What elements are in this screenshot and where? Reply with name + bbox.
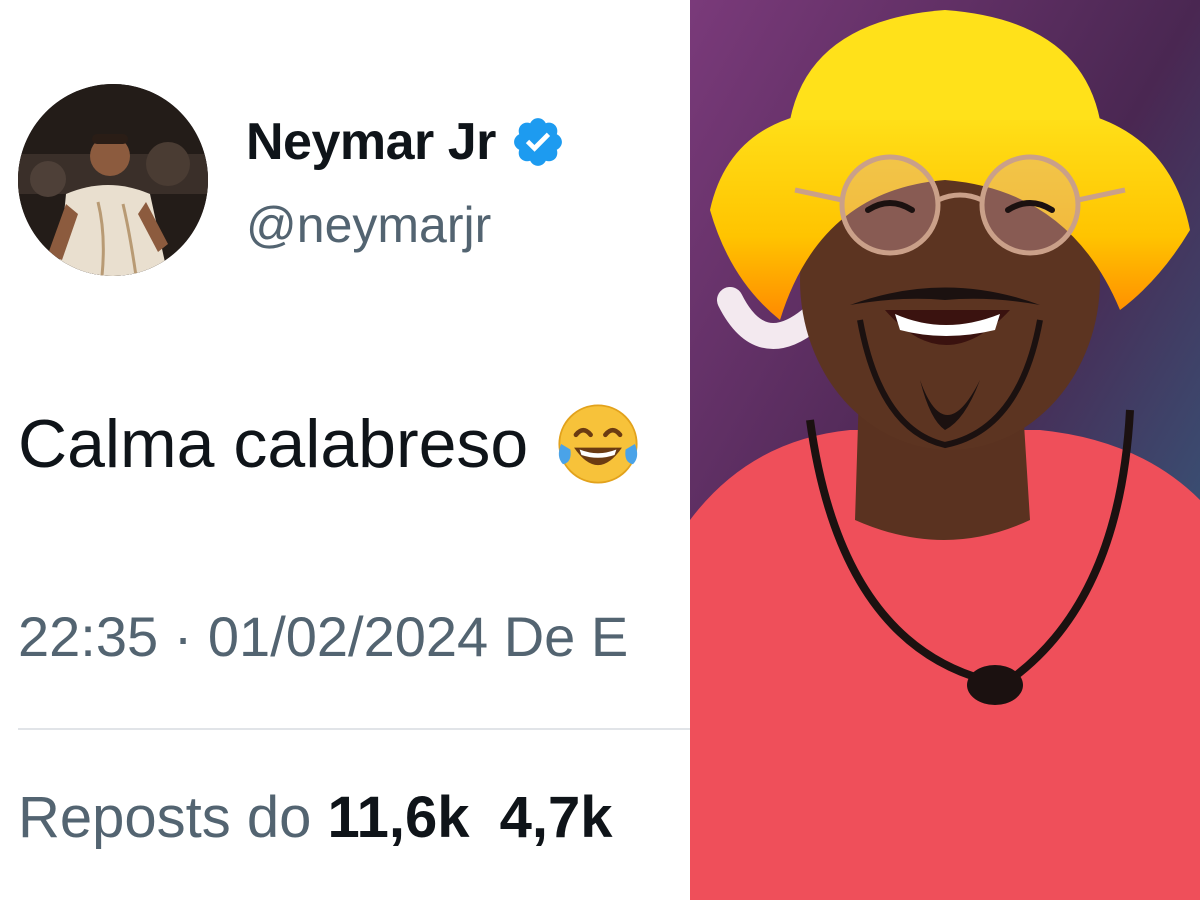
tweet-text-content: Calma calabreso <box>18 406 529 482</box>
tweet-timestamp[interactable]: 22:35 · 01/02/2024 De E <box>18 604 628 669</box>
verified-badge-icon <box>513 118 562 166</box>
display-name[interactable]: Neymar Jr <box>246 112 496 172</box>
tweet-card: Neymar Jr @neymarjr Calma calabreso 22:3… <box>0 0 690 900</box>
engagement-stats[interactable]: Reposts do 11,6k 4,7k <box>18 784 613 851</box>
divider <box>18 728 690 730</box>
tears-of-joy-emoji-icon <box>558 404 638 484</box>
likes-count[interactable]: 4,7k <box>500 785 613 850</box>
author-name-row[interactable]: Neymar Jr <box>246 112 566 172</box>
reposts-label: Repost <box>18 785 202 850</box>
photo-panel <box>690 0 1200 900</box>
profile-avatar[interactable] <box>18 84 208 276</box>
author-handle[interactable]: @neymarjr <box>246 196 491 254</box>
avatar-image <box>18 84 208 276</box>
tweet-text: Calma calabreso <box>18 398 644 490</box>
reposts-label-suffix: s do <box>201 785 312 850</box>
portrait-photo <box>690 0 1200 900</box>
reposts-count[interactable]: 11,6k <box>328 785 470 850</box>
